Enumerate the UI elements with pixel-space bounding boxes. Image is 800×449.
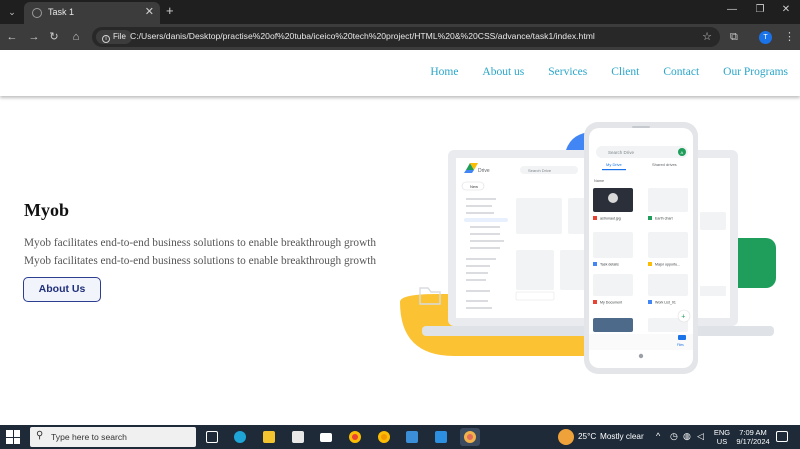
system-clock[interactable]: 7:09 AM 9/17/2024 bbox=[736, 428, 770, 446]
search-icon: ⚲ bbox=[36, 430, 44, 441]
phone-file-name: Task details bbox=[600, 263, 619, 267]
slides-file-icon bbox=[648, 262, 652, 266]
windows-start-icon[interactable] bbox=[6, 430, 20, 444]
phone-speaker bbox=[632, 126, 650, 128]
browser-tab-bar: ⌄ Task 1 ✕ + — ❐ ✕ bbox=[0, 0, 800, 24]
tab-list-chevron-icon[interactable]: ⌄ bbox=[4, 4, 20, 20]
weather-status: Mostly clear bbox=[600, 432, 644, 441]
phone-file-name: Earth chart bbox=[655, 217, 673, 221]
phone-file-name: My Document bbox=[600, 301, 622, 305]
taskbar-search-placeholder: Type here to search bbox=[51, 432, 127, 442]
hero-description: Myob facilitates end-to-end business sol… bbox=[24, 234, 404, 270]
clock-date: 9/17/2024 bbox=[736, 437, 770, 446]
bookmark-star-icon[interactable]: ☆ bbox=[702, 30, 712, 43]
doc-file-icon bbox=[593, 262, 597, 266]
extensions-puzzle-icon[interactable]: ⧉ bbox=[730, 29, 738, 45]
work-list-thumbnail bbox=[648, 274, 688, 296]
network-icon[interactable]: ◷ bbox=[670, 431, 678, 442]
weather-icon[interactable] bbox=[558, 429, 574, 445]
phone-file-name: Work List_01 bbox=[655, 301, 676, 305]
restore-icon[interactable]: ❐ bbox=[750, 4, 770, 15]
new-tab-plus-icon[interactable]: + bbox=[166, 4, 174, 18]
hero-line-1: Myob facilitates end-to-end business sol… bbox=[24, 237, 377, 249]
drive-label: Drive bbox=[478, 168, 490, 174]
drive-search-placeholder: Search Drive bbox=[528, 168, 552, 173]
chrome-active-icon[interactable] bbox=[460, 428, 480, 446]
phone-file-name: astronaut.jpg bbox=[600, 217, 621, 221]
language-indicator[interactable]: ENG US bbox=[712, 428, 732, 446]
hero-line-2: Myob facilitates end-to-end business sol… bbox=[24, 255, 377, 267]
phone-bottom-nav bbox=[589, 334, 693, 350]
home-icon[interactable]: ⌂ bbox=[68, 29, 84, 45]
clock-time: 7:09 AM bbox=[739, 428, 767, 437]
about-us-button[interactable]: About Us bbox=[23, 277, 101, 302]
major-opportu-thumbnail bbox=[648, 232, 688, 258]
my-document-thumbnail bbox=[593, 274, 633, 296]
mail-icon[interactable] bbox=[316, 428, 336, 446]
nav-home[interactable]: Home bbox=[430, 66, 458, 78]
browser-tab-active[interactable]: Task 1 ✕ bbox=[24, 2, 160, 24]
phone-home-icon bbox=[638, 353, 644, 359]
nav-services[interactable]: Services bbox=[548, 66, 587, 78]
phone-bottom-tab-label: Files bbox=[677, 343, 684, 347]
phone-file-name: Major opportu... bbox=[655, 263, 680, 267]
notification-icon[interactable] bbox=[776, 431, 788, 442]
astronaut-helmet bbox=[608, 193, 618, 203]
site-info-chip[interactable]: i File bbox=[96, 30, 132, 44]
phone-tab-shared: Shared drives bbox=[652, 162, 677, 167]
profile-avatar[interactable]: T bbox=[759, 31, 772, 44]
more-menu-icon[interactable]: ⋮ bbox=[784, 29, 795, 45]
language-globe-icon[interactable]: ◍ bbox=[683, 431, 691, 442]
browser-toolbar: ← → ↻ ⌂ i File C:/Users/danis/Desktop/pra… bbox=[0, 24, 800, 50]
phone-search-placeholder: Search Drive bbox=[608, 150, 635, 155]
address-bar[interactable]: i File C:/Users/danis/Desktop/practise%20… bbox=[92, 27, 720, 47]
phone-tab-my-drive: My Drive bbox=[606, 162, 623, 167]
chrome-canary-icon[interactable] bbox=[374, 428, 394, 446]
globe-icon bbox=[32, 8, 42, 18]
store-icon[interactable] bbox=[288, 428, 308, 446]
close-window-icon[interactable]: ✕ bbox=[776, 4, 796, 15]
nav-client[interactable]: Client bbox=[611, 66, 639, 78]
photos-icon[interactable] bbox=[402, 428, 422, 446]
chevron-up-icon[interactable]: ^ bbox=[656, 431, 660, 441]
task-details-thumbnail bbox=[593, 232, 633, 258]
doc-file-icon bbox=[648, 300, 652, 304]
nav-contact[interactable]: Contact bbox=[663, 66, 699, 78]
phone-avatar-initial: A bbox=[681, 150, 684, 155]
site-nav: Home About us Services Client Contact Ou… bbox=[406, 66, 788, 78]
vscode-icon[interactable] bbox=[431, 428, 451, 446]
phone-sort-label: Name bbox=[594, 179, 604, 183]
windows-taskbar: ⚲ Type here to search 25°C Mostly clear … bbox=[0, 425, 800, 449]
drive-new-label: New bbox=[470, 184, 478, 189]
minimize-icon[interactable]: — bbox=[722, 4, 742, 15]
close-tab-icon[interactable]: ✕ bbox=[145, 5, 154, 18]
forward-arrow-icon[interactable]: → bbox=[26, 29, 42, 45]
city-thumbnail bbox=[593, 318, 633, 332]
pdf-file-icon bbox=[593, 300, 597, 304]
volume-icon[interactable]: ◁ bbox=[697, 431, 704, 442]
nav-our-programs[interactable]: Our Programs bbox=[723, 66, 788, 78]
back-arrow-icon[interactable]: ← bbox=[4, 29, 20, 45]
phone-tab-indicator bbox=[602, 169, 626, 171]
image-file-icon bbox=[593, 216, 597, 220]
reload-icon[interactable]: ↻ bbox=[46, 29, 62, 45]
taskbar-search-input[interactable]: ⚲ Type here to search bbox=[30, 427, 196, 447]
edge-icon[interactable] bbox=[230, 428, 250, 446]
task-view-icon[interactable] bbox=[202, 428, 222, 446]
hero-illustration: Drive Search Drive New Search Drive A My… bbox=[400, 122, 776, 374]
temperature: 25°C bbox=[578, 432, 597, 441]
tab-title: Task 1 bbox=[48, 7, 75, 17]
file-explorer-icon[interactable] bbox=[259, 428, 279, 446]
hero-title: Myob bbox=[24, 200, 69, 220]
site-header: Home About us Services Client Contact Ou… bbox=[0, 50, 800, 96]
files-nav-icon bbox=[678, 335, 686, 340]
info-icon: i bbox=[102, 35, 110, 43]
url-text: C:/Users/danis/Desktop/practise%20of%20t… bbox=[130, 31, 595, 41]
sheet-file-icon bbox=[648, 216, 652, 220]
fab-plus-icon: + bbox=[681, 314, 685, 321]
nav-about-us[interactable]: About us bbox=[482, 66, 524, 78]
chrome-icon[interactable] bbox=[345, 428, 365, 446]
earth-chart-thumbnail bbox=[648, 188, 688, 212]
